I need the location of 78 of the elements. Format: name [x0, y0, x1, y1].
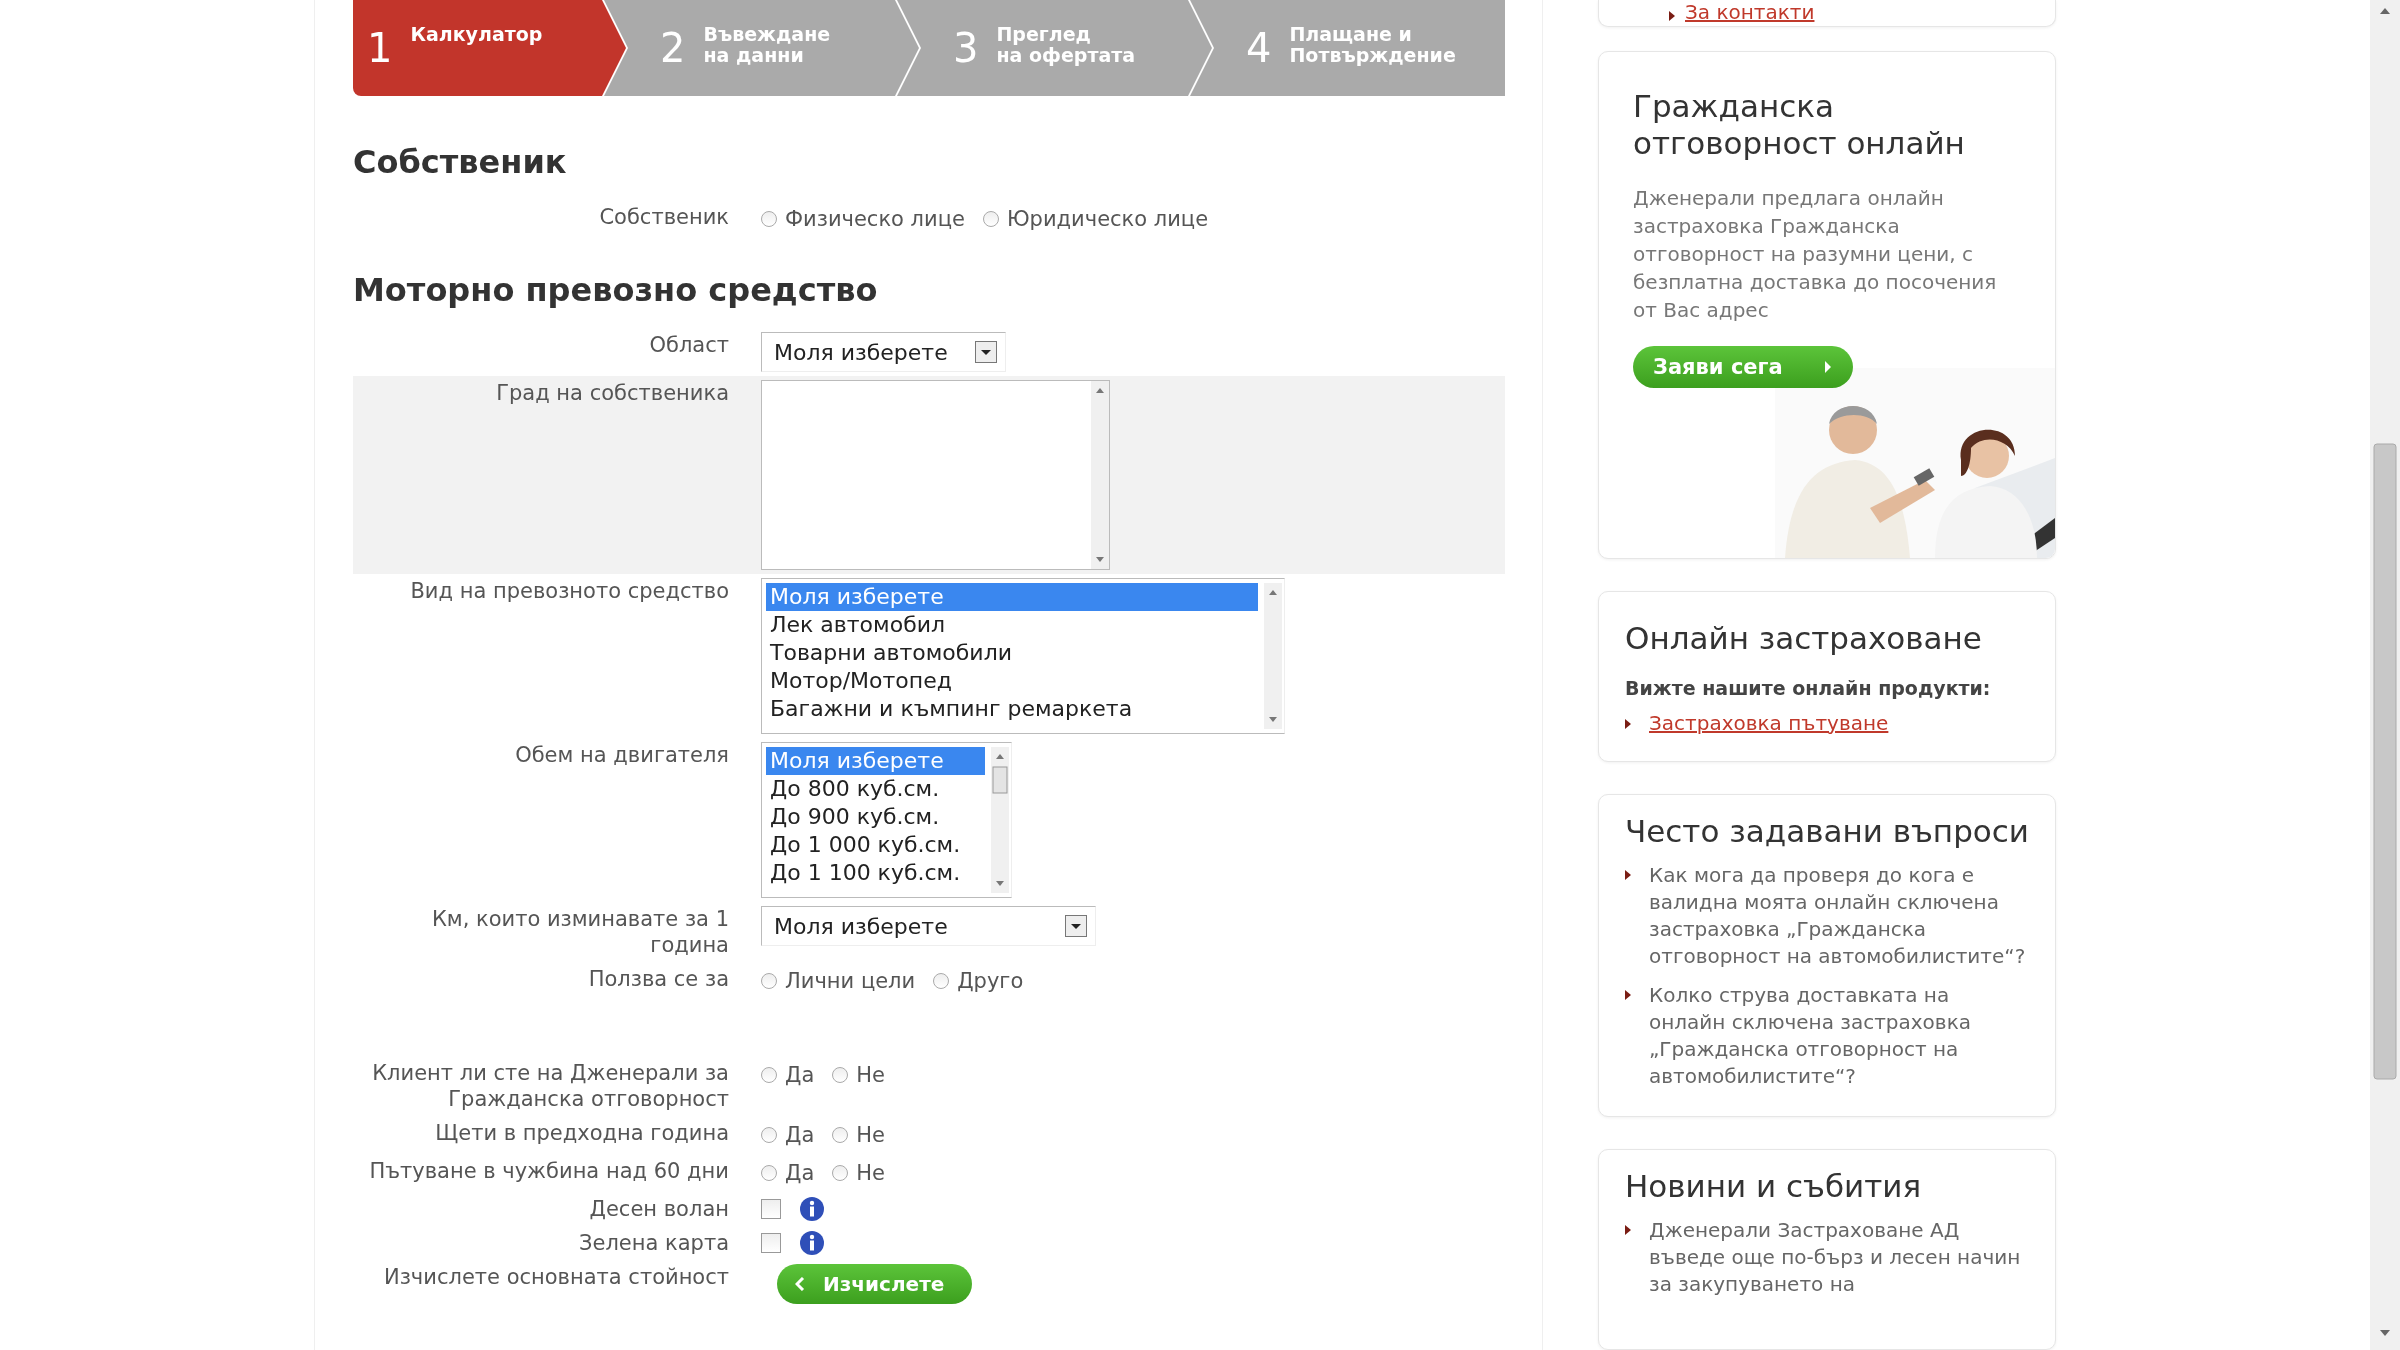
field-label: Десен волан	[589, 1196, 729, 1222]
radio-button[interactable]	[761, 1067, 777, 1083]
dropdown[interactable]: Моля изберете	[761, 332, 1006, 372]
radio-button[interactable]	[761, 211, 777, 227]
list-option[interactable]: До 1 100 куб.см.	[766, 859, 985, 887]
dropdown[interactable]: Моля изберете	[761, 906, 1096, 946]
list-box[interactable]: Моля изберете До 800 куб.см. До 900 куб.см. До 1 000 куб.см. До 1 100 куб.см.	[761, 742, 1012, 898]
product-link[interactable]: Застраховка пътуване	[1649, 711, 1889, 735]
field-label: Пътуване в чужбина над 60 дни	[369, 1158, 729, 1185]
field-label: Изчислете основната стойност	[384, 1264, 729, 1291]
list-option[interactable]: Багажни и къмпинг ремаркета	[766, 695, 1258, 723]
list-option[interactable]: До 800 куб.см.	[766, 775, 985, 803]
bullet-icon	[1625, 990, 1631, 1000]
list-option[interactable]: До 900 куб.см.	[766, 803, 985, 831]
radio-button[interactable]	[761, 1127, 777, 1143]
field-label: Клиент ли сте на Дженерали за Гражданска отговорност	[371, 1060, 729, 1112]
bullet-icon	[1669, 11, 1675, 21]
scrollbar[interactable]	[2370, 0, 2400, 1350]
checkbox[interactable]	[761, 1233, 781, 1253]
list-option[interactable]: Мотор/Мотопед	[766, 667, 1258, 695]
section-heading: Моторно превозно средство	[353, 272, 879, 308]
option-label: Не	[856, 1062, 885, 1089]
list-option[interactable]: Лек автомобил	[766, 611, 1258, 639]
arrow-icon	[1822, 359, 1833, 375]
field-label: Град на собственика	[496, 380, 729, 407]
scrollbar[interactable]	[1091, 381, 1109, 569]
list-box[interactable]: Моля изберете Лек автомобил Товарни автомобили Мотор/Мотопед Багажни и къмпинг ремаркета	[761, 578, 1285, 734]
article-link[interactable]: Как мога да проверя до кога е валидна моята онлайн сключена застраховка „Гражданска отговорност на автомобилистите“?	[1649, 862, 2029, 970]
option-label: Да	[785, 1062, 815, 1089]
radio-button[interactable]	[832, 1165, 849, 1181]
promo-text: Дженерали предлага онлайн застраховка Гражданска отговорност на разумни цени, с безплатна доставка до посочения от Вас адрес	[1633, 185, 1998, 324]
field-label: Зелена карта	[579, 1230, 729, 1256]
checkbox[interactable]	[761, 1199, 781, 1219]
option-label: Да	[785, 1160, 815, 1187]
radio-button[interactable]	[761, 973, 777, 989]
radio-button[interactable]	[761, 1165, 777, 1181]
card-title: Новини и събития	[1625, 1168, 1923, 1205]
bullet-icon	[1625, 1225, 1631, 1235]
scrollbar[interactable]	[991, 747, 1009, 893]
article-link[interactable]: Колко струва доставката на онлайн сключена застраховка „Гражданска отговорност на автомобилистите“?	[1649, 982, 2029, 1090]
info-icon[interactable]	[799, 1230, 825, 1256]
field-label: Ползва се за	[588, 966, 729, 993]
option-label: Не	[856, 1160, 885, 1187]
radio-button[interactable]	[933, 973, 950, 989]
section-heading: Собственик	[353, 144, 568, 180]
radio-button[interactable]	[832, 1067, 849, 1083]
bullet-icon	[1625, 870, 1631, 880]
caret-icon	[975, 341, 997, 363]
bullet-icon	[1625, 719, 1631, 729]
card-title: Гражданска отговорност онлайн	[1633, 88, 1966, 162]
field-label: Км, които изминавате за 1 година	[430, 906, 729, 958]
field-label: Собственик	[599, 204, 729, 231]
card-title: Онлайн застраховане	[1625, 620, 1983, 657]
field-label: Щети в предходна година	[435, 1120, 729, 1147]
list-option[interactable]: Товарни автомобили	[766, 639, 1258, 667]
info-icon[interactable]	[799, 1196, 825, 1222]
list-option[interactable]: Моля изберете	[766, 747, 985, 775]
option-label: Лични цели	[785, 968, 916, 995]
field-label: Вид на превозното средство	[410, 578, 729, 605]
radio-button[interactable]	[982, 211, 999, 227]
option-label: Юридическо лице	[1006, 206, 1209, 233]
option-label: Физическо лице	[785, 206, 965, 233]
wizard-step[interactable]: 1 Калкулатор	[353, 0, 626, 96]
field-label: Област	[649, 332, 729, 359]
text-area[interactable]	[761, 380, 1110, 570]
card-title: Често задавани въпроси	[1625, 813, 2029, 850]
scrollbar[interactable]	[1264, 583, 1282, 729]
option-label: Не	[856, 1122, 885, 1149]
list-option[interactable]: Моля изберете	[766, 583, 1258, 611]
article-link[interactable]: Дженерали Застраховане АД въведе още по-бърз и лесен начин за закупуването на	[1649, 1217, 2029, 1298]
caret-icon	[1065, 915, 1087, 937]
radio-button[interactable]	[832, 1127, 849, 1143]
contacts-link[interactable]: За контакти	[1685, 0, 1815, 24]
field-label: Обем на двигателя	[515, 742, 729, 769]
list-option[interactable]: До 1 000 куб.см.	[766, 831, 985, 859]
option-label: Друго	[957, 968, 1024, 995]
option-label: Да	[785, 1122, 815, 1149]
card-subtitle: Вижте нашите онлайн продукти:	[1625, 677, 1992, 699]
